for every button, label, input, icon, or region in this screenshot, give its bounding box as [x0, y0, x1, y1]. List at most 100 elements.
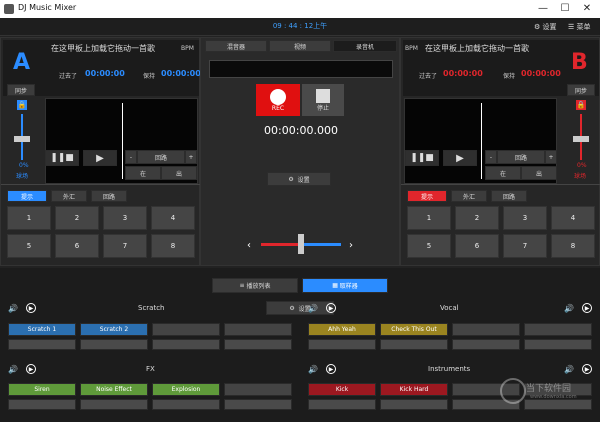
sample-slot-sub[interactable] [80, 399, 148, 410]
deck-b-loop-plus[interactable]: + [545, 150, 557, 164]
volume-icon[interactable]: 🔊 [8, 303, 18, 313]
sample-slot-empty[interactable] [224, 323, 292, 336]
deck-a-pad-8[interactable]: 8 [151, 234, 195, 258]
crossfader-handle[interactable] [298, 234, 304, 254]
deck-a-in-button[interactable]: 在 [125, 166, 161, 180]
deck-a-tab-fx[interactable]: 外汇 [51, 190, 87, 202]
deck-a-loop-minus[interactable]: - [125, 150, 137, 164]
sample-slot-sub[interactable] [380, 399, 448, 410]
deck-b-pad-5[interactable]: 5 [407, 234, 451, 258]
deck-a-out-button[interactable]: 出 [161, 166, 197, 180]
center-settings-button[interactable]: ⚙ 设置 [267, 172, 331, 186]
sample-slot-empty[interactable] [452, 323, 520, 336]
chevron-right-icon[interactable]: › [349, 240, 353, 251]
deck-b-out-button[interactable]: 出 [521, 166, 557, 180]
deck-a-sync-button[interactable]: 同步 [7, 84, 35, 96]
close-button[interactable]: ✕ [580, 2, 594, 16]
tab-recorder[interactable]: 录音机 [333, 40, 397, 52]
sample-slot-sub[interactable] [308, 339, 376, 350]
stop-button[interactable]: 停止 [302, 84, 344, 116]
play-circle-icon[interactable]: ▶ [582, 303, 592, 313]
deck-a-pad-1[interactable]: 1 [7, 206, 51, 230]
deck-a-tab-loop[interactable]: 回路 [91, 190, 127, 202]
deck-a-pad-5[interactable]: 5 [7, 234, 51, 258]
lock-icon[interactable]: 🔒 [17, 100, 27, 110]
deck-b-sync-button[interactable]: 同步 [567, 84, 595, 96]
play-circle-icon[interactable]: ▶ [326, 364, 336, 374]
volume-icon[interactable]: 🔊 [564, 364, 574, 374]
deck-a-pad-6[interactable]: 6 [55, 234, 99, 258]
minimize-button[interactable]: — [536, 2, 550, 16]
sample-slot[interactable]: Kick [308, 383, 376, 396]
deck-a-pause-stop-button[interactable]: ❚❚■ [45, 150, 79, 166]
sampler-settings-button[interactable]: ⚙ 设置 [266, 301, 334, 315]
sample-slot-sub[interactable] [308, 399, 376, 410]
deck-b-pad-3[interactable]: 3 [503, 206, 547, 230]
sample-slot-empty[interactable] [524, 323, 592, 336]
sample-slot[interactable]: Check This Out [380, 323, 448, 336]
play-circle-icon[interactable]: ▶ [326, 303, 336, 313]
rec-button[interactable]: REC [256, 84, 300, 116]
sample-slot-sub[interactable] [224, 339, 292, 350]
deck-b-pad-6[interactable]: 6 [455, 234, 499, 258]
tab-mixer[interactable]: 混音器 [205, 40, 267, 52]
play-circle-icon[interactable]: ▶ [26, 364, 36, 374]
deck-b-tab-loop[interactable]: 回路 [491, 190, 527, 202]
sample-slot-sub[interactable] [152, 399, 220, 410]
sample-slot-sub[interactable] [8, 339, 76, 350]
menu-button[interactable]: ☰ 菜单 [568, 22, 591, 32]
deck-b-play-button[interactable]: ▶ [443, 150, 477, 166]
deck-b-pad-7[interactable]: 7 [503, 234, 547, 258]
sample-slot-sub[interactable] [380, 339, 448, 350]
deck-b-pause-stop-button[interactable]: ❚❚■ [405, 150, 439, 166]
sample-slot[interactable]: Explosion [152, 383, 220, 396]
deck-b-pad-4[interactable]: 4 [551, 206, 595, 230]
deck-b-pitch-slider[interactable] [573, 136, 589, 142]
sample-slot-sub[interactable] [80, 339, 148, 350]
play-circle-icon[interactable]: ▶ [26, 303, 36, 313]
deck-b-tab-cue[interactable]: 提示 [407, 190, 447, 202]
deck-b-pad-1[interactable]: 1 [407, 206, 451, 230]
sample-slot[interactable]: Scratch 2 [80, 323, 148, 336]
deck-a-tab-cue[interactable]: 提示 [7, 190, 47, 202]
deck-a-play-button[interactable]: ▶ [83, 150, 117, 166]
sampler-button[interactable]: ▦ 取样器 [302, 278, 388, 293]
deck-b-loop-button[interactable]: 回路 [497, 150, 545, 164]
tab-video[interactable]: 视频 [269, 40, 331, 52]
settings-top-button[interactable]: ⚙ 设置 [534, 22, 557, 32]
sample-slot-empty[interactable] [224, 383, 292, 396]
play-circle-icon[interactable]: ▶ [582, 364, 592, 374]
maximize-button[interactable]: ☐ [558, 2, 572, 16]
deck-b-pad-8[interactable]: 8 [551, 234, 595, 258]
sample-slot-empty[interactable] [152, 323, 220, 336]
sample-slot-sub[interactable] [224, 399, 292, 410]
deck-a-pad-2[interactable]: 2 [55, 206, 99, 230]
sample-slot[interactable]: Ahh Yeah [308, 323, 376, 336]
deck-a-loop-plus[interactable]: + [185, 150, 197, 164]
deck-a-loop-button[interactable]: 回路 [137, 150, 185, 164]
sample-slot-sub[interactable] [524, 399, 592, 410]
deck-b-loop-minus[interactable]: - [485, 150, 497, 164]
deck-b-in-button[interactable]: 在 [485, 166, 521, 180]
deck-a-pitch-slider[interactable] [14, 136, 30, 142]
volume-icon[interactable]: 🔊 [308, 364, 318, 374]
lock-icon[interactable]: 🔒 [576, 100, 586, 110]
volume-icon[interactable]: 🔊 [8, 364, 18, 374]
playlist-button[interactable]: ≡ 播放列表 [212, 278, 298, 293]
sample-slot[interactable]: Noise Effect [80, 383, 148, 396]
deck-b-pad-2[interactable]: 2 [455, 206, 499, 230]
volume-icon[interactable]: 🔊 [308, 303, 318, 313]
deck-a-pad-7[interactable]: 7 [103, 234, 147, 258]
sample-slot-sub[interactable] [152, 339, 220, 350]
deck-a-pad-4[interactable]: 4 [151, 206, 195, 230]
sample-slot-sub[interactable] [8, 399, 76, 410]
sample-slot-sub[interactable] [524, 339, 592, 350]
sample-slot[interactable]: Siren [8, 383, 76, 396]
sample-slot[interactable]: Scratch 1 [8, 323, 76, 336]
deck-b-tab-fx[interactable]: 外汇 [451, 190, 487, 202]
deck-a-pad-3[interactable]: 3 [103, 206, 147, 230]
sample-slot-sub[interactable] [452, 339, 520, 350]
volume-icon[interactable]: 🔊 [564, 303, 574, 313]
sample-slot[interactable]: Kick Hard [380, 383, 448, 396]
chevron-left-icon[interactable]: ‹ [247, 240, 251, 251]
